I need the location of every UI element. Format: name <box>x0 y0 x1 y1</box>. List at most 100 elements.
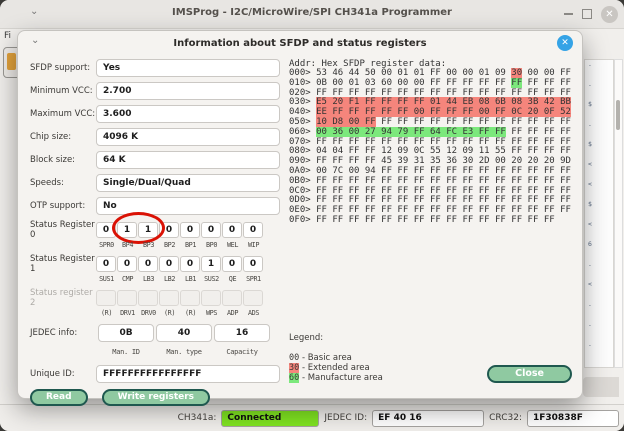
scrollbar-track[interactable] <box>614 59 623 368</box>
hex-address: 0F0> <box>289 215 316 225</box>
hex-byte: FF <box>528 195 539 205</box>
toolbar-button-partial[interactable] <box>3 47 18 78</box>
hex-byte: FF <box>365 186 376 196</box>
hex-address: 020> <box>289 88 316 98</box>
field-row: Maximum VCC:3.600 <box>30 105 280 123</box>
hex-byte: 00 <box>462 68 473 78</box>
jedec-caption: Man. type <box>156 346 212 360</box>
scrollbar-thumb[interactable] <box>616 100 620 130</box>
hex-byte: 10 <box>316 117 327 127</box>
hex-byte: FF <box>430 137 441 147</box>
jedec-value[interactable]: 16 <box>214 324 270 342</box>
hex-byte: FF <box>495 78 506 88</box>
register-bit-cell[interactable]: 0 <box>180 256 200 272</box>
sfdp-dialog: ⌄ Information about SFDP and status regi… <box>17 30 583 399</box>
hex-byte: FF <box>511 88 522 98</box>
bit-label: DRV0 <box>138 308 159 320</box>
hex-byte: FF <box>381 97 392 107</box>
hex-byte: FF <box>397 97 408 107</box>
hex-byte: FF <box>495 117 506 127</box>
register-bit-cell[interactable]: 0 <box>243 222 263 238</box>
register-label: Status register 2 <box>30 288 96 308</box>
hex-byte: FF <box>446 205 457 215</box>
hex-byte: FF <box>381 205 392 215</box>
field-label: Maximum VCC: <box>30 109 96 119</box>
bit-label: LB3 <box>138 274 159 286</box>
hex-byte: FF <box>332 107 343 117</box>
hex-byte: FF <box>349 195 360 205</box>
hex-byte: FF <box>414 195 425 205</box>
hex-byte: 20 <box>528 156 539 166</box>
write-registers-button[interactable]: Write registers <box>102 389 210 406</box>
hex-address: 030> <box>289 97 316 107</box>
hex-byte: 2D <box>479 156 490 166</box>
ascii-char: 6 <box>588 240 592 260</box>
hex-byte: FF <box>381 186 392 196</box>
device-status-label: CH341a: <box>178 413 217 423</box>
hex-byte: 0B <box>316 78 327 88</box>
hex-space <box>522 107 527 117</box>
hex-byte: FF <box>349 137 360 147</box>
hex-byte: 50 <box>365 68 376 78</box>
register-bit-cell[interactable]: 0 <box>138 256 158 272</box>
hex-byte: FF <box>365 117 376 127</box>
jedec-id-label: JEDEC ID: <box>324 413 367 423</box>
field-row: Speeds:Single/Dual/Quad <box>30 174 280 192</box>
read-button[interactable]: Read <box>30 389 88 406</box>
jedec-value[interactable]: 0B <box>98 324 154 342</box>
hex-byte: FF <box>397 186 408 196</box>
hex-byte: 27 <box>365 127 376 137</box>
hex-byte: FF <box>332 156 343 166</box>
hex-byte: FF <box>381 137 392 147</box>
register-bit-cell[interactable]: 0 <box>159 256 179 272</box>
jedec-caption: Capacity <box>214 346 270 360</box>
file-menu-partial[interactable]: Fi <box>4 31 11 41</box>
window-close-icon[interactable]: ✕ <box>601 6 618 23</box>
hex-space <box>473 97 478 107</box>
jedec-value[interactable]: 40 <box>156 324 212 342</box>
ascii-char: < <box>588 160 592 180</box>
field-row: Chip size:4096 K <box>30 128 280 146</box>
hex-byte: FF <box>414 176 425 186</box>
hex-byte: FF <box>544 195 555 205</box>
hex-byte: F1 <box>349 97 360 107</box>
maximize-icon[interactable] <box>582 9 592 19</box>
hex-byte: FF <box>365 215 376 225</box>
register-bit-cell[interactable]: 1 <box>117 222 137 238</box>
close-button[interactable]: Close <box>487 365 572 383</box>
register-bit-cell[interactable]: 0 <box>201 222 221 238</box>
dialog-close-icon[interactable]: ✕ <box>557 35 573 51</box>
register-bit-cell[interactable]: 0 <box>96 256 116 272</box>
hex-byte: FF <box>414 127 425 137</box>
jedec-info-row: JEDEC info:0B4016 <box>30 324 280 342</box>
hex-byte: FF <box>365 137 376 147</box>
hex-byte: FF <box>544 146 555 156</box>
window-titlebar[interactable]: ⌄ IMSProg - I2C/MicroWire/SPI CH341a Pro… <box>0 0 624 29</box>
background-button-partial[interactable] <box>583 377 619 397</box>
register-bit-cell <box>117 290 137 306</box>
register-bit-cell[interactable]: 0 <box>159 222 179 238</box>
register-bits-row: SPR0BP4BP3BP2BP1BP0WELWIP <box>30 240 280 252</box>
register-bit-cell[interactable]: 0 <box>222 256 242 272</box>
register-bit-cell[interactable]: 1 <box>138 222 158 238</box>
hex-address: 010> <box>289 78 316 88</box>
unique-id-value[interactable]: FFFFFFFFFFFFFFFF <box>96 365 280 383</box>
hex-byte: 46 <box>332 68 343 78</box>
register-bit-cell[interactable]: 1 <box>201 256 221 272</box>
register-list: Status Register 001100000SPR0BP4BP3BP2BP… <box>30 220 280 320</box>
hex-byte: 00 <box>349 127 360 137</box>
register-bit-cell[interactable]: 0 <box>243 256 263 272</box>
field-list: SFDP support:YesMinimum VCC:2.700Maximum… <box>30 59 280 215</box>
hex-byte: FF <box>349 107 360 117</box>
minimize-icon[interactable] <box>564 13 573 15</box>
register-bit-cell[interactable]: 0 <box>222 222 242 238</box>
register-bit-cell <box>159 290 179 306</box>
bit-label: LB1 <box>180 274 201 286</box>
dialog-header: ⌄ Information about SFDP and status regi… <box>18 31 582 56</box>
hex-byte: FF <box>365 97 376 107</box>
register-bit-cell[interactable]: 0 <box>117 256 137 272</box>
register-bit-cell[interactable]: 0 <box>96 222 116 238</box>
ascii-char: . <box>588 60 592 80</box>
bit-label: SUS2 <box>201 274 222 286</box>
register-bit-cell[interactable]: 0 <box>180 222 200 238</box>
